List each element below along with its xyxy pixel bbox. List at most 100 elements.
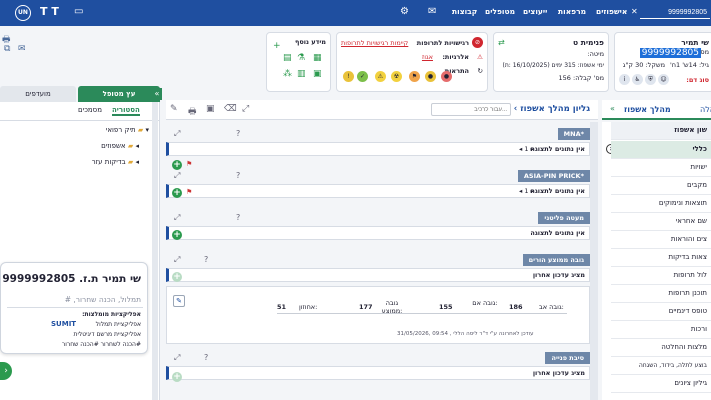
add-button[interactable]: + bbox=[172, 372, 182, 382]
patient-card: שי תמיר מס. זיהוי: 9999992805 גיל: 14ש' … bbox=[614, 32, 711, 92]
add-icon[interactable]: + bbox=[273, 41, 281, 51]
alert-icon-1[interactable]: ! bbox=[343, 71, 354, 82]
main-scrollbar[interactable] bbox=[590, 122, 598, 400]
chart-icon[interactable]: ▤ bbox=[283, 53, 292, 63]
menu-item-9[interactable]: טופס דינמיים bbox=[611, 303, 711, 321]
person-icon[interactable]: ☺ bbox=[658, 74, 669, 85]
font-size-icon[interactable]: T T bbox=[40, 5, 59, 18]
alert-icon-3[interactable]: ● bbox=[425, 71, 436, 82]
section-tab[interactable]: ASIA-PIN PRICK* bbox=[517, 170, 590, 182]
expand-icon[interactable]: ⤢ bbox=[174, 353, 180, 363]
expand-icon[interactable]: ⤢ bbox=[174, 171, 180, 181]
edit-icon[interactable]: ✎ bbox=[170, 104, 178, 114]
pills-icon[interactable]: ⁂ bbox=[283, 69, 292, 79]
alert-icon-2[interactable]: ✓ bbox=[357, 71, 368, 82]
section-tab[interactable]: גובה ממוצע הורים bbox=[522, 254, 590, 266]
user-settings-icon[interactable]: ⚙ bbox=[400, 6, 409, 17]
info-icon[interactable]: i bbox=[619, 74, 630, 85]
nav-consults[interactable]: ייעוצים bbox=[523, 7, 547, 16]
hazard-icon[interactable]: ⚠ bbox=[375, 71, 386, 82]
user-avatar[interactable]: UN bbox=[15, 5, 31, 21]
flag-icon[interactable]: ⚑ bbox=[186, 160, 192, 168]
envelope-icon[interactable]: ✉ bbox=[18, 44, 26, 54]
help-icon[interactable]: ? bbox=[236, 171, 240, 180]
left-scrollbar[interactable] bbox=[152, 102, 158, 400]
shield-icon[interactable]: ⛨ bbox=[645, 74, 656, 85]
section-tab[interactable]: סיבת פנייה bbox=[545, 352, 590, 364]
menu-item-7[interactable]: לול תרופות bbox=[611, 267, 711, 285]
expand-icon[interactable]: ⤢ bbox=[174, 129, 180, 139]
radiation-icon[interactable]: ☢ bbox=[391, 71, 402, 82]
menu-item-11[interactable]: מלצות והחלטה bbox=[611, 339, 711, 357]
mail-icon[interactable]: ✉ bbox=[428, 6, 436, 17]
add-button[interactable]: + bbox=[172, 272, 182, 282]
section-tab[interactable]: MNA* bbox=[557, 128, 590, 140]
tab-patient-tree[interactable]: עץ מטופל bbox=[78, 86, 160, 102]
allergy-value[interactable]: אגוז bbox=[422, 53, 433, 61]
collapse-icon[interactable]: ⤢ bbox=[242, 104, 249, 114]
clipboard-icon[interactable]: ▥ bbox=[297, 69, 306, 79]
pager[interactable]: ◂ 1 ▸ bbox=[519, 187, 534, 195]
nav-patients[interactable]: מטופלים bbox=[485, 7, 515, 16]
menu-item-general[interactable]: כללי bbox=[611, 141, 711, 159]
tab-other[interactable]: הלה bbox=[700, 105, 711, 114]
menu-item-3[interactable]: תוצאות ונימוקים bbox=[611, 195, 711, 213]
add-button[interactable]: + bbox=[172, 188, 182, 198]
clear-search-icon[interactable]: ✕ bbox=[631, 7, 638, 16]
help-icon[interactable]: ? bbox=[236, 213, 240, 222]
copy-icon[interactable]: ⧉ bbox=[4, 44, 10, 54]
nav-groups[interactable]: קבוצות bbox=[452, 7, 477, 16]
add-button[interactable]: + bbox=[172, 160, 182, 170]
app-transcription[interactable]: אפליקציית תמלול bbox=[96, 321, 141, 328]
alert-icon-4[interactable]: ● bbox=[441, 71, 452, 82]
assistant-input[interactable]: תמלול, הכנה שחרור, # bbox=[65, 295, 141, 304]
erase-icon[interactable]: ⌫ bbox=[224, 104, 237, 114]
menu-item-6[interactable]: צאות בדיקות bbox=[611, 249, 711, 267]
app-prescription[interactable]: אפליקציית מרשם דיגיטלית bbox=[74, 331, 141, 338]
tree-item-medical-file[interactable]: ▾ ▰ תיק רפואי bbox=[106, 126, 149, 134]
expand-icon[interactable]: ⤢ bbox=[174, 255, 180, 265]
component-search-input[interactable] bbox=[431, 103, 511, 116]
help-icon[interactable]: ? bbox=[204, 353, 208, 362]
app-discharge[interactable]: #הכנה לשחרור #הכנה שחרור bbox=[62, 341, 141, 348]
tree-item-admissions[interactable]: ◂ ▰ אשפוזים bbox=[101, 142, 139, 150]
menu-item-5[interactable]: צים והוראות bbox=[611, 231, 711, 249]
nav-admissions[interactable]: אישפוזים bbox=[596, 7, 627, 16]
fall-risk-icon[interactable]: ⚑ bbox=[409, 71, 420, 82]
menu-item-8[interactable]: תוכנן תרופות bbox=[611, 285, 711, 303]
patient-search-input[interactable] bbox=[640, 6, 710, 19]
document-icon[interactable]: ▦ bbox=[313, 53, 322, 63]
add-button[interactable]: + bbox=[172, 230, 182, 240]
menu-item-10[interactable]: ורכות bbox=[611, 321, 711, 339]
tab-admission-course[interactable]: מהלך אשפוז bbox=[624, 105, 671, 114]
patient-id[interactable]: 9999992805 bbox=[639, 48, 701, 58]
save-icon[interactable]: ▣ bbox=[206, 104, 215, 114]
subtab-history[interactable]: הסטוריה bbox=[112, 106, 140, 116]
expand-icon[interactable]: ⤢ bbox=[174, 213, 180, 223]
flag-icon[interactable]: ⚑ bbox=[186, 188, 192, 196]
menu-item-2[interactable]: מקבים bbox=[611, 177, 711, 195]
tree-item-lab-tests[interactable]: ◂ ▰ בדיקות עזר bbox=[92, 158, 139, 166]
latest-update-label: מציג עדכון אחרון bbox=[532, 369, 585, 377]
pencil-icon[interactable]: ✎ bbox=[173, 295, 185, 307]
refresh-icon[interactable]: ↻ bbox=[478, 67, 483, 75]
menu-item-13[interactable]: גיליון ציונים bbox=[611, 375, 711, 393]
pager[interactable]: ◂ 1 ▸ bbox=[519, 145, 534, 153]
collapse-right-icon[interactable]: « bbox=[610, 104, 615, 113]
nav-clinics[interactable]: מרפאות bbox=[558, 7, 586, 16]
print-icon[interactable]: 🖶 bbox=[188, 104, 197, 120]
monitor-icon[interactable]: ▭ bbox=[74, 6, 83, 17]
collapse-left-icon[interactable]: « bbox=[152, 88, 162, 100]
accessibility-icon[interactable]: ♿ bbox=[632, 74, 643, 85]
section-tab[interactable]: מעטה פליטני bbox=[538, 212, 590, 224]
menu-item-1[interactable]: ישויות bbox=[611, 159, 711, 177]
flask-icon[interactable]: ⚗ bbox=[297, 53, 305, 63]
help-icon[interactable]: ? bbox=[236, 129, 240, 138]
tab-favorites[interactable]: מועדפים bbox=[0, 86, 76, 102]
drug-sensitivity-link[interactable]: קיימות רגישויות לתרופות bbox=[341, 39, 408, 47]
menu-item-12[interactable]: בוצע לתלה, בידוד, השגחה bbox=[611, 357, 711, 375]
help-icon[interactable]: ? bbox=[204, 255, 208, 264]
subtab-documents[interactable]: מסמכים bbox=[78, 106, 102, 114]
menu-item-4[interactable]: שם אחראי bbox=[611, 213, 711, 231]
report-icon[interactable]: ▣ bbox=[313, 69, 322, 79]
